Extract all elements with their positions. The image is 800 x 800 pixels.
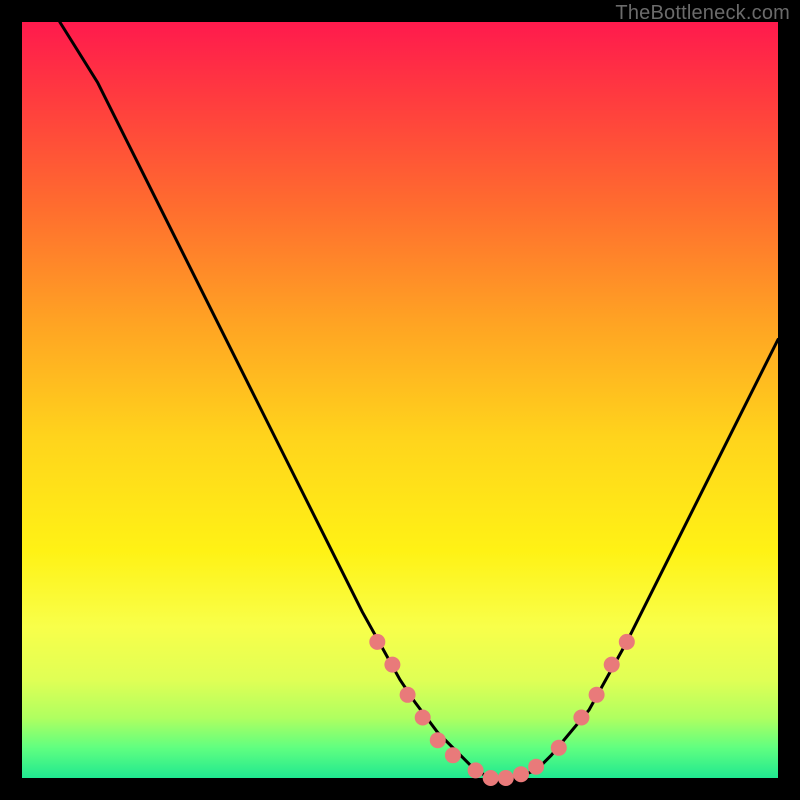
highlight-dot: [528, 759, 544, 775]
highlight-dots: [369, 634, 635, 786]
highlight-dot: [589, 687, 605, 703]
chart-svg: [22, 22, 778, 778]
highlight-dot: [369, 634, 385, 650]
bottleneck-curve: [60, 22, 778, 778]
highlight-dot: [400, 687, 416, 703]
chart-frame: TheBottleneck.com: [0, 0, 800, 800]
plot-area: [22, 22, 778, 778]
highlight-dot: [483, 770, 499, 786]
highlight-dot: [604, 657, 620, 673]
attribution-text: TheBottleneck.com: [615, 2, 790, 25]
highlight-dot: [430, 732, 446, 748]
highlight-dot: [513, 766, 529, 782]
highlight-dot: [468, 762, 484, 778]
highlight-dot: [573, 710, 589, 726]
highlight-dot: [384, 657, 400, 673]
highlight-dot: [619, 634, 635, 650]
highlight-dot: [415, 710, 431, 726]
highlight-dot: [445, 747, 461, 763]
highlight-dot: [498, 770, 514, 786]
highlight-dot: [551, 740, 567, 756]
